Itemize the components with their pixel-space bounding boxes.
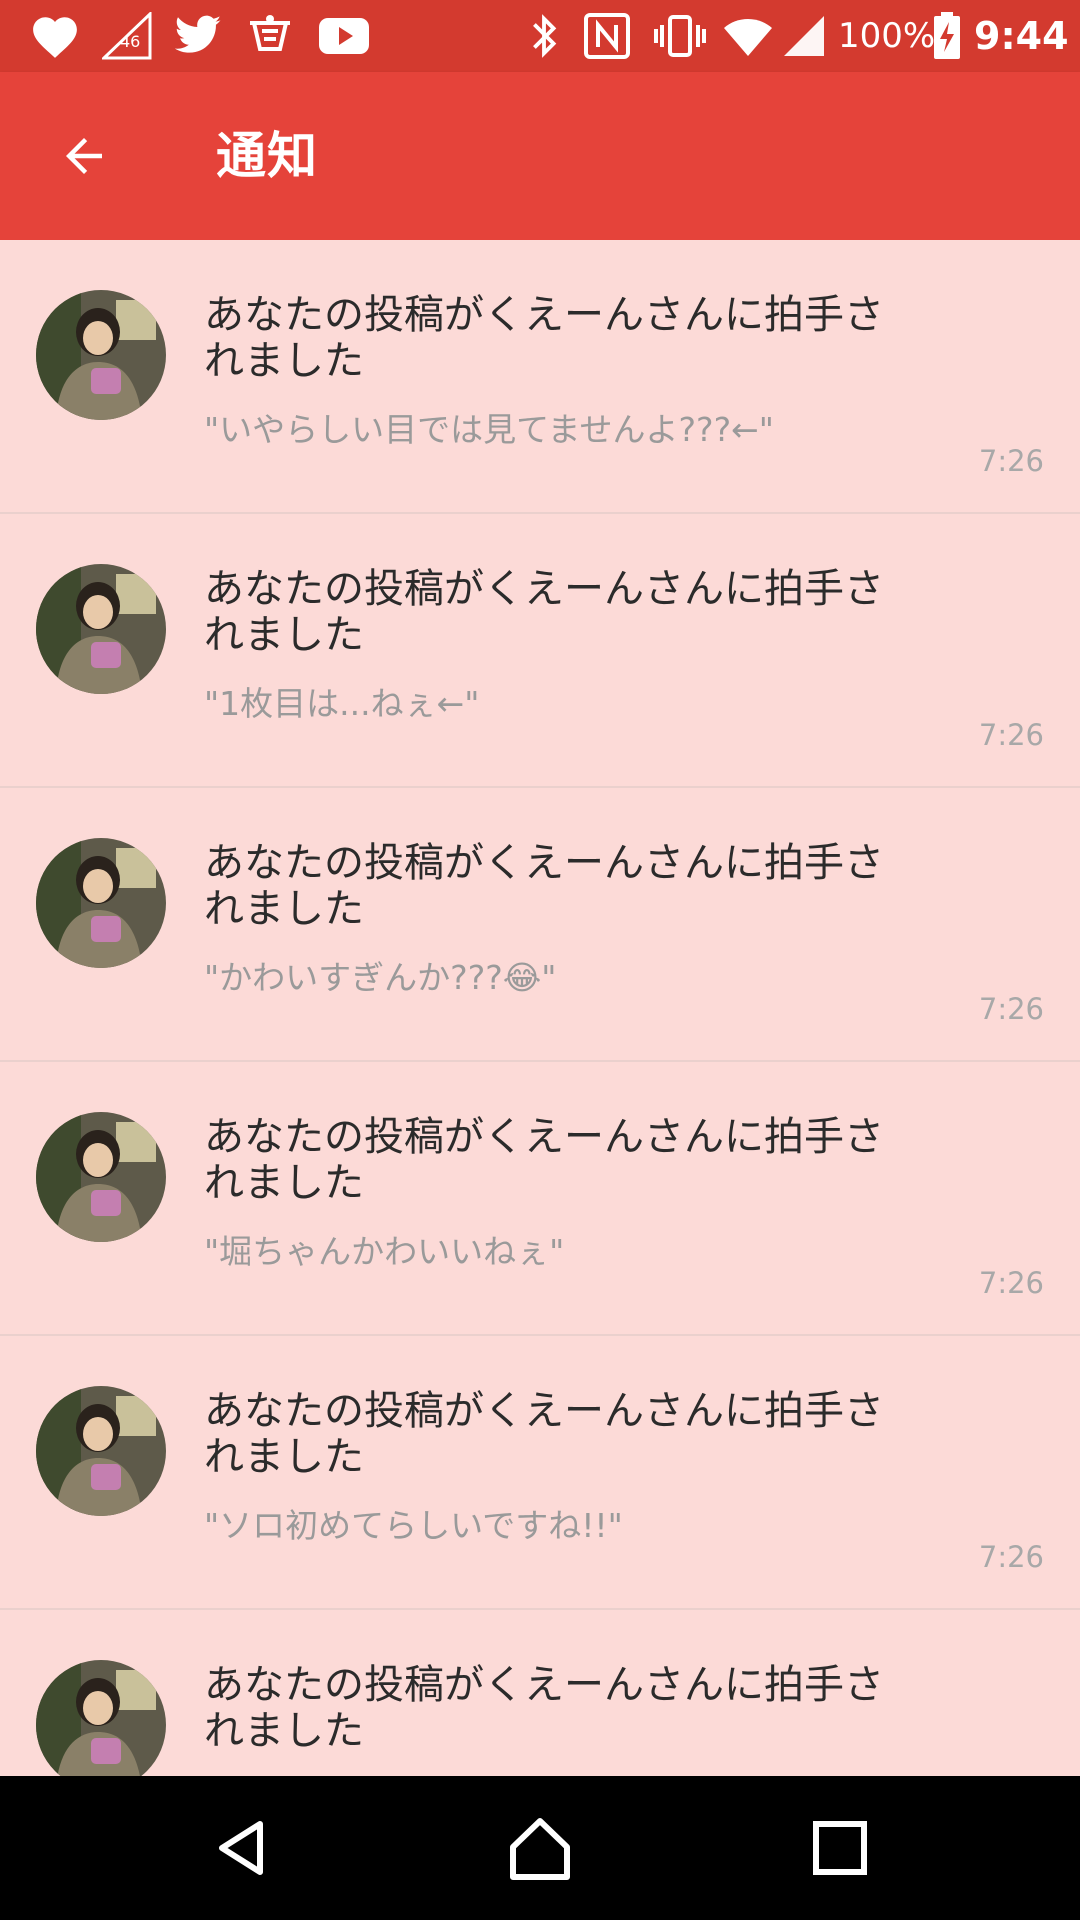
notification-title: あなたの投稿がくえーんさんに拍手されました bbox=[204, 1114, 884, 1206]
app-bar: 通知 bbox=[0, 72, 1080, 240]
page-title: 通知 bbox=[216, 127, 318, 185]
back-button[interactable] bbox=[40, 112, 128, 200]
notification-time: 7:26 bbox=[978, 1266, 1044, 1300]
nav-back-button[interactable] bbox=[194, 1800, 290, 1896]
notification-comment: "ソロ初めてらしいですね!!" bbox=[204, 1506, 623, 1545]
triangle-back-icon bbox=[219, 1821, 263, 1875]
bluetooth-icon bbox=[524, 10, 564, 62]
sim-signal-icon: 46 bbox=[100, 10, 154, 62]
wifi-icon bbox=[720, 10, 776, 62]
notification-time: 7:26 bbox=[978, 1540, 1044, 1574]
avatar bbox=[36, 564, 166, 694]
avatar bbox=[36, 1660, 166, 1776]
notification-title: あなたの投稿がくえーんさんに拍手されました bbox=[204, 1388, 884, 1480]
avatar bbox=[36, 1112, 166, 1242]
notification-comment: "かわいすぎんか???😂" bbox=[204, 958, 557, 997]
notification-title: あなたの投稿がくえーんさんに拍手されました bbox=[204, 566, 884, 658]
clock: 9:44 bbox=[974, 14, 1069, 58]
notification-time: 7:26 bbox=[978, 992, 1044, 1026]
battery-charging-icon bbox=[930, 10, 964, 62]
home-icon bbox=[510, 1818, 570, 1880]
vibrate-icon bbox=[650, 10, 710, 62]
navigation-bar bbox=[0, 1776, 1080, 1920]
status-bar: 46 100% 9:44 bbox=[0, 0, 1080, 72]
avatar bbox=[36, 290, 166, 420]
network-badge: 46 bbox=[120, 32, 141, 51]
cell-signal-icon bbox=[780, 10, 828, 62]
notification-item[interactable]: あなたの投稿がくえーんさんに拍手されました "いやらしい目では見てませんよ???… bbox=[0, 240, 1080, 514]
notification-title: あなたの投稿がくえーんさんに拍手されました bbox=[204, 1662, 884, 1754]
notification-title: あなたの投稿がくえーんさんに拍手されました bbox=[204, 292, 884, 384]
notification-comment: "1枚目は...ねぇ←" bbox=[204, 684, 480, 723]
notification-item[interactable]: あなたの投稿がくえーんさんに拍手されました "かわいすぎんか???😂" 7:26 bbox=[0, 788, 1080, 1062]
arrow-back-icon bbox=[66, 138, 102, 174]
notification-item[interactable]: あなたの投稿がくえーんさんに拍手されました "堀ちゃんかわいいねぇ" 7:26 bbox=[0, 1062, 1080, 1336]
notification-time: 7:26 bbox=[978, 444, 1044, 478]
notification-item[interactable]: あなたの投稿がくえーんさんに拍手されました "1枚目は...ねぇ←" 7:26 bbox=[0, 514, 1080, 788]
nfc-icon bbox=[580, 10, 634, 62]
notification-comment: "堀ちゃんかわいいねぇ" bbox=[204, 1232, 565, 1271]
notification-comment: "いやらしい目では見てませんよ???←" bbox=[204, 410, 774, 449]
twitter-icon bbox=[170, 10, 226, 62]
square-recents-icon bbox=[813, 1821, 867, 1875]
notification-item[interactable]: あなたの投稿がくえーんさんに拍手されました bbox=[0, 1610, 1080, 1776]
avatar bbox=[36, 838, 166, 968]
youtube-icon bbox=[316, 10, 372, 62]
notification-title: あなたの投稿がくえーんさんに拍手されました bbox=[204, 840, 884, 932]
heart-icon bbox=[28, 10, 82, 62]
battery-percent: 100% bbox=[838, 16, 936, 56]
app-notification-icon bbox=[242, 10, 298, 62]
nav-recents-button[interactable] bbox=[792, 1800, 888, 1896]
notification-item[interactable]: あなたの投稿がくえーんさんに拍手されました "ソロ初めてらしいですね!!" 7:… bbox=[0, 1336, 1080, 1610]
notification-time: 7:26 bbox=[978, 718, 1044, 752]
avatar bbox=[36, 1386, 166, 1516]
notification-list[interactable]: あなたの投稿がくえーんさんに拍手されました "いやらしい目では見てませんよ???… bbox=[0, 240, 1080, 1776]
nav-home-button[interactable] bbox=[492, 1800, 588, 1896]
